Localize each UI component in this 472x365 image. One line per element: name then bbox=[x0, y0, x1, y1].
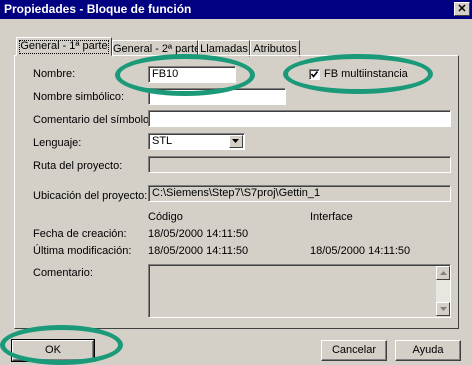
ultima-mod-interface: 18/05/2000 14:11:50 bbox=[310, 245, 411, 257]
fecha-creacion-label: Fecha de creación: bbox=[33, 228, 127, 240]
comentario-simbolo-label: Comentario del símbolo: bbox=[33, 114, 153, 126]
scroll-down-button[interactable] bbox=[436, 302, 450, 316]
title-bar: Propiedades - Bloque de función ✕ bbox=[0, 0, 472, 19]
scroll-up-button[interactable] bbox=[436, 266, 450, 280]
ruta-label: Ruta del proyecto: bbox=[33, 160, 123, 172]
ubicacion-label: Ubicación del proyecto: bbox=[33, 190, 148, 202]
nombre-simbolico-label: Nombre simbólico: bbox=[33, 91, 125, 103]
ultima-mod-codigo: 18/05/2000 14:11:50 bbox=[148, 245, 249, 257]
highlight-ellipse-multiinstancia bbox=[283, 54, 433, 94]
cancel-button[interactable]: Cancelar bbox=[321, 340, 387, 361]
ubicacion-field: C:\Siemens\Step7\S7proj\Gettin_1 bbox=[148, 185, 451, 202]
lenguaje-value: STL bbox=[152, 135, 173, 147]
comentario-field[interactable] bbox=[148, 264, 451, 318]
arrow-down-icon bbox=[440, 307, 447, 311]
comentario-simbolo-field[interactable] bbox=[148, 110, 451, 127]
dropdown-button[interactable] bbox=[229, 135, 243, 148]
arrow-up-icon bbox=[440, 271, 447, 275]
lenguaje-label: Lenguaje: bbox=[33, 137, 82, 149]
comentario-label: Comentario: bbox=[33, 267, 93, 279]
ruta-field bbox=[148, 156, 451, 173]
chevron-down-icon bbox=[232, 139, 239, 143]
close-button[interactable]: ✕ bbox=[454, 2, 470, 16]
lenguaje-select[interactable]: STL bbox=[148, 133, 245, 150]
help-button[interactable]: Ayuda bbox=[395, 340, 461, 361]
window-title: Propiedades - Bloque de función bbox=[4, 2, 192, 16]
close-icon: ✕ bbox=[457, 3, 467, 15]
comentario-scrollbar[interactable] bbox=[436, 266, 450, 316]
tab-general-1[interactable]: General - 1ª parte bbox=[16, 37, 112, 56]
nombre-label: Nombre: bbox=[33, 68, 76, 80]
codigo-header: Código bbox=[148, 211, 183, 223]
highlight-ellipse-ok bbox=[0, 325, 123, 365]
highlight-ellipse-nombre bbox=[115, 54, 255, 96]
fecha-creacion-codigo: 18/05/2000 14:11:50 bbox=[148, 228, 249, 240]
interface-header: Interface bbox=[310, 211, 353, 223]
ultima-mod-label: Última modificación: bbox=[33, 245, 132, 257]
